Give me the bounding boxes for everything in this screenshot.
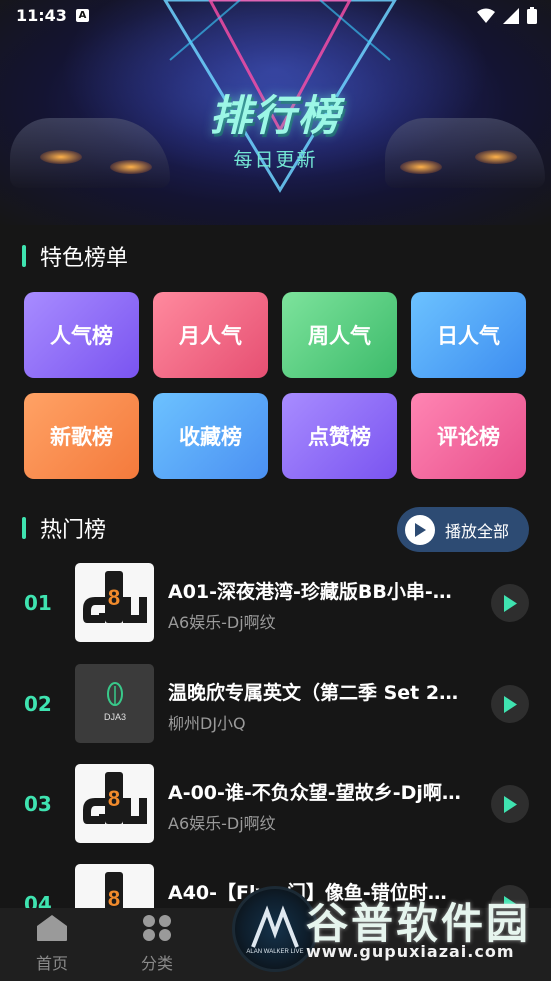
svg-text:8: 8 — [108, 585, 120, 610]
site-watermark: 谷普软件园 www.gupuxiazai.com — [300, 888, 551, 981]
play-circle-icon — [405, 514, 435, 545]
song-title: A-00-谁-不负众望-望故乡-Dj啊… — [168, 782, 461, 804]
notification-icon: A — [76, 9, 89, 22]
featured-heading: 特色榜单 — [22, 240, 128, 272]
tile-popular[interactable]: 人气榜 — [24, 292, 139, 378]
tile-favorites[interactable]: 收藏榜 — [153, 393, 268, 479]
tile-new-songs[interactable]: 新歌榜 — [24, 393, 139, 479]
tile-weekly[interactable]: 周人气 — [282, 292, 397, 378]
status-time: 11:43 — [16, 6, 67, 25]
song-row[interactable]: 03 8 A-00-谁-不负众望-望故乡-Dj啊… A6娱乐-Dj啊纹 — [0, 764, 551, 844]
a6-logo-icon: 8 — [83, 571, 147, 623]
featured-heading-text: 特色榜单 — [40, 246, 129, 271]
svg-text:8: 8 — [108, 786, 120, 811]
tile-monthly[interactable]: 月人气 — [153, 292, 268, 378]
featured-grid: 人气榜 月人气 周人气 日人气 新歌榜 收藏榜 点赞榜 评论榜 — [24, 292, 528, 479]
tile-comments[interactable]: 评论榜 — [411, 393, 526, 479]
play-icon[interactable] — [491, 785, 529, 823]
song-cover: DJA3 — [75, 664, 154, 743]
cover-text: DJA3 — [104, 712, 126, 722]
song-artist: 柳州DJ小Q — [168, 714, 246, 733]
song-cover: 8 — [75, 764, 154, 843]
song-artist: A6娱乐-Dj啊纹 — [168, 613, 276, 632]
nav-category[interactable]: 分类 — [127, 914, 187, 974]
play-all-label: 播放全部 — [445, 521, 510, 541]
nav-category-label: 分类 — [140, 954, 173, 973]
signal-icon — [503, 7, 519, 24]
song-rank: 03 — [24, 792, 52, 816]
tile-likes[interactable]: 点赞榜 — [282, 393, 397, 479]
leaf-logo-icon: DJA3 — [104, 682, 126, 722]
song-cover: 8 — [75, 563, 154, 642]
hero-banner: 11:43 A 排行榜 每日更新 — [0, 0, 551, 225]
hero-subtitle: 每日更新 — [233, 149, 318, 171]
hot-heading-text: 热门榜 — [40, 518, 107, 543]
song-rank: 02 — [24, 692, 52, 716]
nav-home-label: 首页 — [35, 954, 68, 973]
nav-home[interactable]: 首页 — [22, 914, 82, 974]
play-all-button[interactable]: 播放全部 — [397, 507, 529, 552]
song-row[interactable]: 02 DJA3 温晚欣专属英文（第二季 Set 2… 柳州DJ小Q — [0, 664, 551, 744]
song-title: A01-深夜港湾-珍藏版BB小串-… — [168, 581, 452, 603]
song-artist: A6娱乐-Dj啊纹 — [168, 814, 276, 833]
home-icon — [37, 915, 67, 941]
watermark-url: www.gupuxiazai.com — [306, 942, 515, 961]
heading-accent-bar — [22, 517, 26, 539]
wifi-icon — [477, 8, 495, 23]
disc-text: ALAN WALKER LIVE — [246, 949, 303, 955]
heading-accent-bar — [22, 245, 26, 267]
song-title: 温晚欣专属英文（第二季 Set 2… — [168, 682, 459, 704]
system-icons — [477, 7, 537, 24]
tile-daily[interactable]: 日人气 — [411, 292, 526, 378]
song-rank: 01 — [24, 591, 52, 615]
song-row[interactable]: 01 8 A01-深夜港湾-珍藏版BB小串-… A6娱乐-Dj啊纹 — [0, 563, 551, 643]
category-grid-icon — [143, 915, 171, 941]
a6-logo-icon: 8 — [83, 772, 147, 824]
status-bar: 11:43 A — [0, 0, 551, 32]
battery-icon — [527, 7, 537, 24]
hot-heading: 热门榜 — [22, 512, 106, 544]
play-icon[interactable] — [491, 685, 529, 723]
hero-title: 排行榜 — [209, 91, 342, 140]
play-icon[interactable] — [491, 584, 529, 622]
